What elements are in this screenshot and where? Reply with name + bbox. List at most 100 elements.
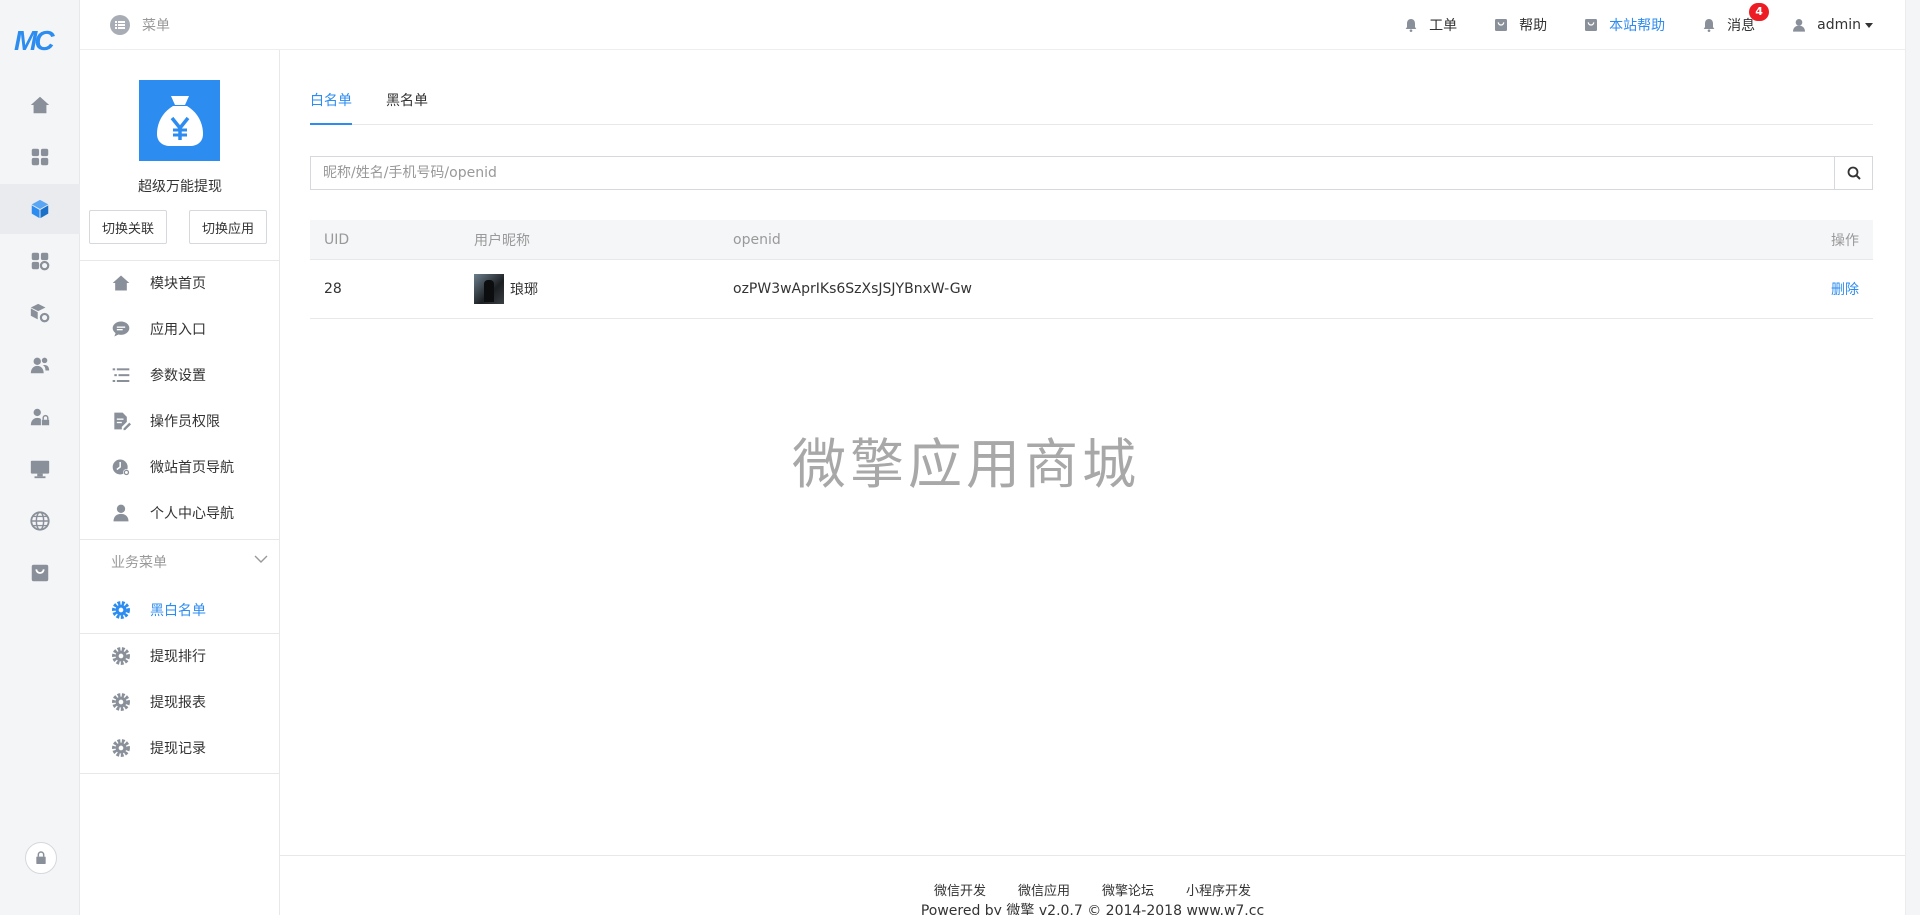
module-cube-icon	[31, 199, 49, 219]
search-button[interactable]	[1834, 157, 1872, 189]
edit-doc-icon	[114, 412, 131, 431]
header-link-label: 帮助	[1519, 18, 1548, 34]
menu-toggle[interactable]: 菜单	[110, 15, 170, 35]
avatar	[474, 274, 504, 304]
switch-link-button[interactable]: 切换关联	[89, 210, 168, 244]
footer-link-wechat-apps[interactable]: 微信应用	[1018, 880, 1070, 899]
footer-link-wechat-dev[interactable]: 微信开发	[934, 880, 986, 899]
search-icon	[1847, 166, 1861, 180]
rail-apps[interactable]	[0, 132, 80, 182]
business-menu-header[interactable]: 业务菜单	[80, 540, 280, 584]
brand-logo[interactable]: MC	[14, 26, 64, 56]
chat-icon	[112, 321, 130, 337]
cell-uid: 28	[324, 281, 342, 297]
user-lock-icon	[30, 408, 50, 426]
divider	[80, 773, 280, 774]
rail-globe[interactable]	[0, 496, 80, 546]
message-count-badge: 4	[1749, 3, 1770, 21]
menu-item-operator-perms[interactable]: 操作员权限	[80, 398, 280, 444]
search-input[interactable]	[311, 157, 1831, 189]
cube-settings-icon	[30, 303, 50, 323]
header-links: 工单 帮助 本站帮助 消息 4 admin	[1367, 0, 1873, 50]
home-icon	[30, 96, 50, 114]
rail-store[interactable]	[0, 548, 80, 598]
table-header: UID 用户昵称 openid 操作	[310, 220, 1873, 260]
page-scrollbar[interactable]	[1905, 0, 1920, 915]
menu-item-label: 提现报表	[150, 695, 206, 711]
col-openid: openid	[733, 231, 781, 248]
header-link-label: 工单	[1429, 18, 1458, 34]
menu-item-member-nav[interactable]: 个人中心导航	[80, 490, 280, 536]
header-link-site-help[interactable]: 本站帮助	[1583, 15, 1665, 35]
cell-openid: ozPW3wAprIKs6SzXsJSJYBnxW-Gw	[733, 281, 973, 297]
gear-icon	[112, 647, 130, 665]
rail-monitor[interactable]	[0, 444, 80, 494]
chevron-down-icon	[254, 555, 268, 563]
bell-icon	[1703, 19, 1715, 32]
tab-whitelist[interactable]: 白名单	[310, 90, 352, 125]
menu-item-label: 应用入口	[150, 322, 206, 338]
switch-app-button[interactable]: 切换应用	[189, 210, 268, 244]
bag-icon	[1585, 19, 1598, 31]
store-bag-icon	[31, 564, 49, 582]
rail-user-lock[interactable]	[0, 392, 80, 442]
bell-icon	[1405, 19, 1417, 32]
module-logo	[139, 80, 220, 161]
rail-app-settings[interactable]	[0, 236, 80, 286]
rail-module[interactable]	[0, 184, 80, 234]
tab-bar: 白名单 黑名单	[310, 90, 1873, 125]
module-sidebar: 超级万能提现 切换关联 切换应用 模块首页 应用入口 参数设置 操作员权限 微站…	[80, 50, 280, 915]
menu-label: 菜单	[142, 18, 170, 34]
section-title: 业务菜单	[111, 555, 167, 571]
clock-nav-icon	[112, 459, 130, 476]
rail-home[interactable]	[0, 80, 80, 130]
menu-item-label: 模块首页	[150, 276, 206, 292]
menu-item-label: 提现记录	[150, 741, 206, 757]
table-row: 28 琅琊 ozPW3wAprIKs6SzXsJSJYBnxW-Gw 删除	[310, 260, 1873, 319]
lock-button[interactable]	[25, 842, 57, 874]
menu-item-label: 参数设置	[150, 368, 206, 384]
header-link-ticket[interactable]: 工单	[1403, 15, 1457, 35]
user-menu[interactable]: admin	[1791, 17, 1873, 33]
caret-down-icon	[1865, 22, 1873, 28]
gear-icon	[112, 739, 130, 757]
apps-grid-icon	[31, 148, 49, 166]
lock-icon	[36, 851, 46, 864]
user-icon	[1793, 19, 1806, 32]
users-icon	[30, 357, 50, 374]
rail-users[interactable]	[0, 340, 80, 390]
menu-item-label: 微站首页导航	[150, 460, 234, 476]
money-bag-icon	[156, 95, 203, 146]
delete-link[interactable]: 删除	[1831, 260, 1859, 318]
app-settings-icon	[31, 252, 50, 271]
gear-icon	[112, 693, 130, 711]
menu-item-label: 个人中心导航	[150, 506, 234, 522]
username: admin	[1817, 17, 1861, 33]
menu-item-label: 黑白名单	[150, 603, 206, 619]
list-table: UID 用户昵称 openid 操作 28 琅琊 ozPW3wAprIKs6Sz…	[310, 220, 1873, 319]
gear-icon	[112, 601, 130, 619]
menu-item-module-home[interactable]: 模块首页	[80, 260, 280, 306]
menu-item-site-nav[interactable]: 微站首页导航	[80, 444, 280, 490]
person-icon	[113, 504, 129, 522]
nickname-text: 琅琊	[510, 282, 538, 298]
footer: 微信开发 微信应用 微擎论坛 小程序开发 Powered by 微擎 v2.0.…	[280, 855, 1905, 915]
menu-item-params[interactable]: 参数设置	[80, 352, 280, 398]
menu-item-blackwhite-list[interactable]: 黑白名单	[80, 587, 280, 633]
footer-link-forum[interactable]: 微擎论坛	[1102, 880, 1154, 899]
menu-item-app-entry[interactable]: 应用入口	[80, 306, 280, 352]
app-rail: MC	[0, 0, 80, 915]
monitor-icon	[30, 460, 50, 479]
col-nickname: 用户昵称	[474, 232, 530, 249]
header-link-help[interactable]: 帮助	[1493, 15, 1547, 35]
menu-item-withdraw-report[interactable]: 提现报表	[80, 679, 280, 725]
footer-link-miniprogram[interactable]: 小程序开发	[1186, 880, 1251, 899]
home-icon	[112, 275, 130, 291]
menu-item-withdraw-rank[interactable]: 提现排行	[80, 633, 280, 679]
header-link-messages[interactable]: 消息 4	[1701, 3, 1770, 35]
footer-links: 微信开发 微信应用 微擎论坛 小程序开发	[280, 880, 1905, 899]
tab-blacklist[interactable]: 黑名单	[386, 90, 428, 125]
menu-icon	[110, 15, 130, 35]
menu-item-withdraw-records[interactable]: 提现记录	[80, 725, 280, 771]
rail-cube-settings[interactable]	[0, 288, 80, 338]
